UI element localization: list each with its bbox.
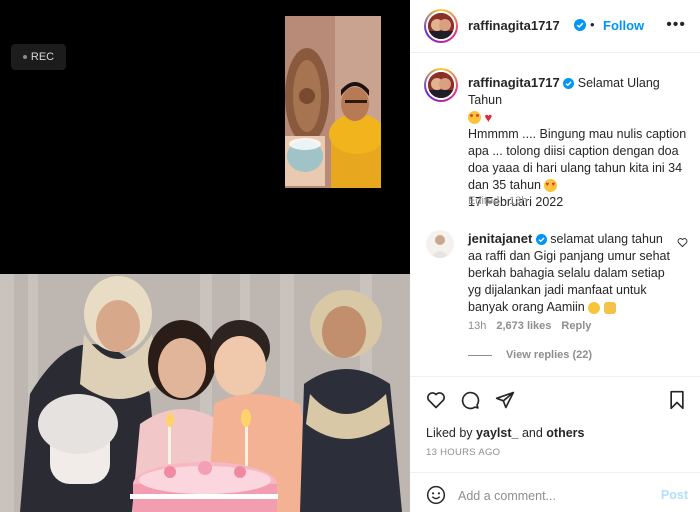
- post-panel: raffinagita1717 • Follow ••• raffinagita…: [410, 0, 700, 512]
- liked-by-text: Liked by yaylst_ and others: [426, 426, 584, 440]
- pip-video-frame: [285, 16, 381, 188]
- video-stage[interactable]: REC: [0, 0, 410, 512]
- author-avatar[interactable]: [424, 9, 458, 43]
- caption-author[interactable]: raffinagita1717: [468, 75, 560, 90]
- post-header: raffinagita1717 • Follow •••: [410, 0, 700, 53]
- commenter-username[interactable]: jenitajanet: [468, 231, 532, 246]
- more-icon[interactable]: •••: [666, 16, 686, 34]
- red-heart-emoji-icon: ♥: [484, 110, 493, 126]
- pip-video[interactable]: [285, 16, 381, 188]
- share-icon[interactable]: [495, 390, 515, 410]
- liked-by-user[interactable]: yaylst_: [476, 426, 518, 440]
- rec-label: REC: [30, 51, 55, 63]
- verified-badge-icon: [563, 78, 575, 90]
- heart-icon[interactable]: [426, 390, 446, 410]
- comment-like-heart-icon[interactable]: [677, 237, 688, 248]
- edited-label: Edited · 13h: [468, 195, 528, 207]
- comment-time: 13h: [468, 320, 487, 332]
- comment-text: jenitajanet selamat ulang tahun aa raffi…: [468, 230, 673, 316]
- action-bar: [410, 380, 700, 422]
- group-video-frame: [0, 274, 410, 512]
- verified-badge-icon: [574, 19, 586, 31]
- comment-meta: 13h 2,673 likes Reply: [468, 320, 591, 332]
- comment-icon[interactable]: [460, 390, 480, 410]
- comment-box-divider: [410, 472, 700, 473]
- reply-button[interactable]: Reply: [561, 320, 591, 332]
- caption-text: raffinagita1717 Selamat Ulang Tahun ♥ Hm…: [468, 74, 690, 211]
- liked-by-prefix: Liked by: [426, 426, 473, 440]
- folded-hands-emoji-icon: [603, 301, 616, 314]
- rec-badge: REC: [11, 44, 66, 70]
- view-replies-button[interactable]: View replies (22): [468, 349, 592, 361]
- caption-avatar[interactable]: [424, 68, 458, 102]
- post-timestamp: 13 HOURS AGO: [426, 447, 501, 458]
- liked-by-and: and: [521, 426, 543, 440]
- heart-eyes-emoji-icon: ♥ ♥: [544, 179, 558, 193]
- add-comment-input[interactable]: [456, 486, 640, 506]
- emoji-icon[interactable]: [426, 485, 446, 505]
- comment-likes[interactable]: 2,673 likes: [496, 320, 551, 332]
- commenter-avatar[interactable]: [426, 230, 454, 258]
- replies-divider-line: [468, 354, 492, 356]
- grinning-emoji-icon: [588, 301, 601, 314]
- add-comment-bar: Post: [410, 478, 700, 512]
- caption-section: raffinagita1717 Selamat Ulang Tahun ♥ Hm…: [410, 52, 700, 361]
- header-dot-separator: •: [590, 17, 595, 32]
- post-comment-button[interactable]: Post: [661, 488, 688, 502]
- actions-divider: [410, 376, 700, 377]
- bookmark-icon[interactable]: [668, 390, 686, 410]
- follow-button[interactable]: Follow: [603, 18, 644, 33]
- rec-dot-icon: [22, 55, 27, 59]
- liked-by-others[interactable]: others: [546, 426, 584, 440]
- verified-badge-icon: [535, 234, 547, 246]
- starstruck-emoji-icon: [468, 111, 481, 125]
- caption-body: Hmmmm .... Bingung mau nulis caption apa…: [468, 127, 687, 193]
- view-replies-label[interactable]: View replies (22): [506, 349, 592, 361]
- author-username[interactable]: raffinagita1717: [468, 18, 560, 33]
